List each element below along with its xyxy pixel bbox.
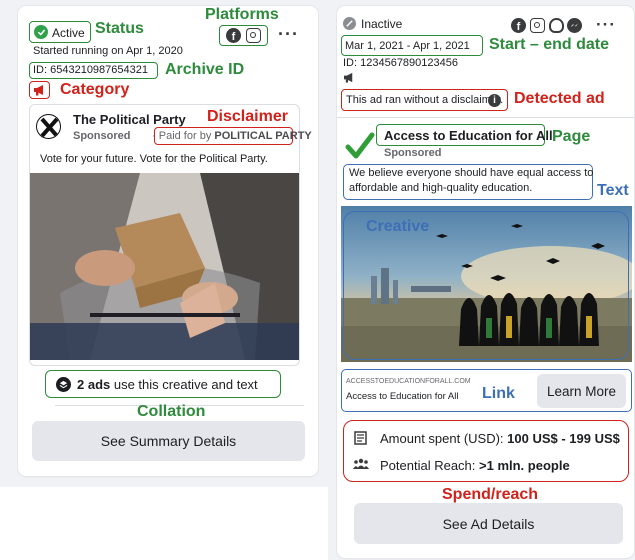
start-date-text: Started running on Apr 1, 2020 [33, 45, 183, 57]
ad-body-text: Vote for your future. Vote for the Polit… [40, 153, 268, 165]
people-icon [353, 458, 369, 469]
annotation-category: Category [60, 81, 130, 98]
annotation-status: Status [95, 20, 144, 37]
see-summary-details-button[interactable]: See Summary Details [32, 421, 305, 461]
link-domain[interactable]: ACCESSTOEDUCATIONFORALL.COM [346, 378, 471, 385]
archive-id-text: ID: 6543210987654321 [33, 64, 148, 76]
receipt-icon [354, 431, 367, 445]
annotation-text: Text [597, 182, 629, 199]
annotation-archive-id: Archive ID [165, 61, 245, 78]
collation-text: 2 ads use this creative and text [77, 377, 258, 392]
sponsored-label-right: Sponsored [384, 147, 442, 159]
annotation-page: Page [552, 128, 591, 145]
divider [337, 117, 634, 118]
party-logo-avatar [36, 114, 61, 139]
status-text: Active [52, 26, 85, 40]
megaphone-icon [34, 85, 43, 96]
ad-body-text-line1: We believe everyone should have equal ac… [349, 167, 594, 179]
more-dots-icon[interactable]: ··· [596, 15, 616, 35]
ad-body-text-line2: affordable and high-quality education. [349, 182, 533, 194]
see-ad-details-button[interactable]: See Ad Details [354, 503, 623, 544]
info-icon[interactable]: i [488, 94, 501, 107]
status-text-inactive: Inactive [361, 17, 403, 31]
annotation-platforms: Platforms [205, 6, 279, 23]
ad-page-name[interactable]: The Political Party [73, 112, 186, 127]
checkmark-logo-avatar [345, 132, 375, 159]
amount-spent-text: Amount spent (USD): 100 US$ - 199 US$ [380, 431, 620, 446]
link-title[interactable]: Access to Education for All [346, 391, 458, 402]
annotation-start-end-date: Start – end date [489, 36, 610, 53]
more-dots-icon[interactable]: ··· [278, 24, 299, 45]
audience-network-icon [549, 18, 564, 33]
ad-creative-image[interactable] [30, 173, 299, 360]
facebook-icon: f [226, 28, 241, 43]
annotation-disclaimer: Disclaimer [207, 108, 288, 125]
paid-for-text: · Paid for by POLITICAL PARTY [152, 130, 312, 142]
slash-circle-icon [343, 17, 356, 30]
instagram-icon [246, 28, 261, 43]
archive-id-text-right: ID: 1234567890123456 [343, 57, 458, 69]
annotation-creative: Creative [366, 218, 430, 235]
potential-reach-text: Potential Reach: >1 mln. people [380, 458, 570, 473]
megaphone-icon [344, 72, 353, 83]
annotation-detected-ad: Detected ad [514, 90, 605, 107]
ad-page-name-right[interactable]: Access to Education for All [384, 128, 553, 143]
annotation-link: Link [482, 385, 515, 402]
learn-more-button[interactable]: Learn More [537, 374, 626, 408]
sponsored-label: Sponsored [73, 130, 131, 142]
instagram-icon [530, 18, 545, 33]
date-range-text: Mar 1, 2021 - Apr 1, 2021 [345, 40, 470, 52]
ad-library-figure: Active Status Started running on Apr 1, … [0, 0, 635, 560]
annotation-spend-reach: Spend/reach [442, 486, 539, 503]
annotation-collation: Collation [137, 403, 206, 420]
facebook-icon: f [511, 18, 526, 33]
messenger-icon [567, 18, 582, 33]
check-circle-icon [34, 25, 48, 39]
layers-icon [56, 377, 71, 392]
disclaimer-notice-text: This ad ran without a disclaimer. [346, 94, 504, 106]
